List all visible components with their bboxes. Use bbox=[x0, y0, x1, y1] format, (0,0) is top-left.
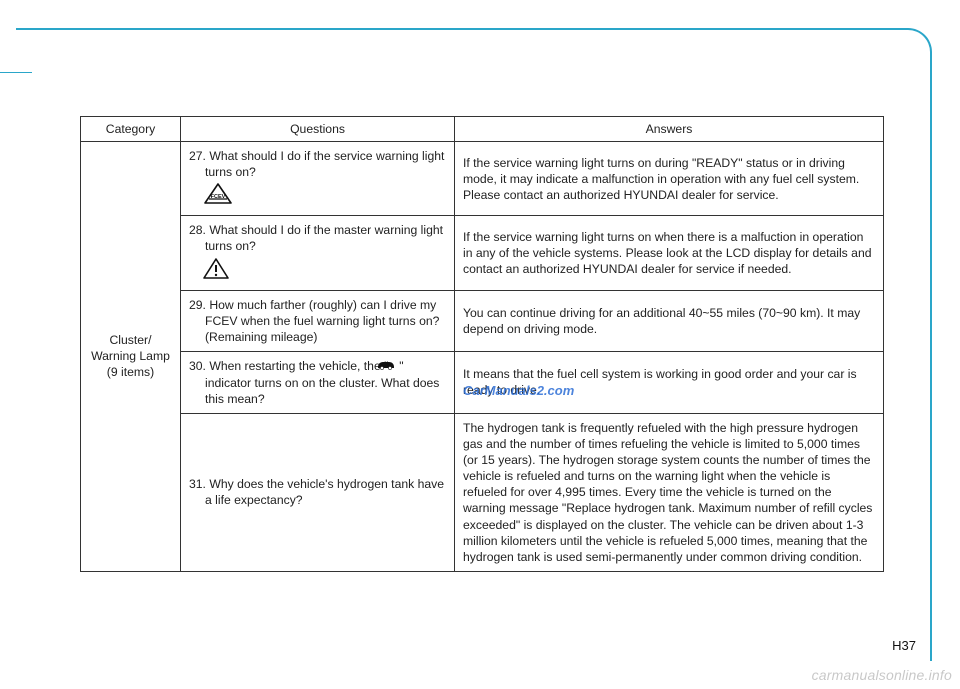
question-30-text: 30. When restarting the vehicle, the " "… bbox=[189, 358, 446, 407]
question-30-pre: 30. When restarting the vehicle, the " bbox=[189, 359, 392, 373]
question-31-text: 31. Why does the vehicle's hydrogen tank… bbox=[189, 476, 446, 508]
category-line2: Warning Lamp bbox=[91, 349, 170, 363]
question-31: 31. Why does the vehicle's hydrogen tank… bbox=[181, 413, 455, 571]
left-tick bbox=[0, 72, 32, 73]
answer-31: The hydrogen tank is frequently refueled… bbox=[455, 413, 884, 571]
question-30: 30. When restarting the vehicle, the " "… bbox=[181, 351, 455, 413]
question-27: 27. What should I do if the service warn… bbox=[181, 142, 455, 216]
header-questions: Questions bbox=[181, 117, 455, 142]
question-29: 29. How much farther (roughly) can I dri… bbox=[181, 290, 455, 351]
answer-27: If the service warning light turns on du… bbox=[455, 142, 884, 216]
question-27-text: 27. What should I do if the service warn… bbox=[189, 148, 446, 180]
answer-28: If the service warning light turns on wh… bbox=[455, 216, 884, 290]
question-29-text: 29. How much farther (roughly) can I dri… bbox=[189, 297, 446, 345]
category-line1: Cluster/ bbox=[110, 333, 152, 347]
page-number: H37 bbox=[892, 638, 916, 653]
category-cell: Cluster/ Warning Lamp (9 items) bbox=[81, 142, 181, 572]
fcev-warning-icon: FCEV bbox=[203, 183, 233, 205]
footer-watermark: carmanualsonline.info bbox=[812, 667, 952, 683]
question-28: 28. What should I do if the master warni… bbox=[181, 216, 455, 290]
header-category: Category bbox=[81, 117, 181, 142]
master-warning-icon bbox=[203, 258, 229, 280]
header-answers: Answers bbox=[455, 117, 884, 142]
content-area: Category Questions Answers Cluster/ Warn… bbox=[80, 116, 884, 572]
question-28-text: 28. What should I do if the master warni… bbox=[189, 222, 446, 254]
category-line3: (9 items) bbox=[107, 365, 154, 379]
answer-29: You can continue driving for an addition… bbox=[455, 290, 884, 351]
answer-30: It means that the fuel cell system is wo… bbox=[455, 351, 884, 413]
faq-table: Category Questions Answers Cluster/ Warn… bbox=[80, 116, 884, 572]
svg-text:FCEV: FCEV bbox=[211, 194, 226, 200]
